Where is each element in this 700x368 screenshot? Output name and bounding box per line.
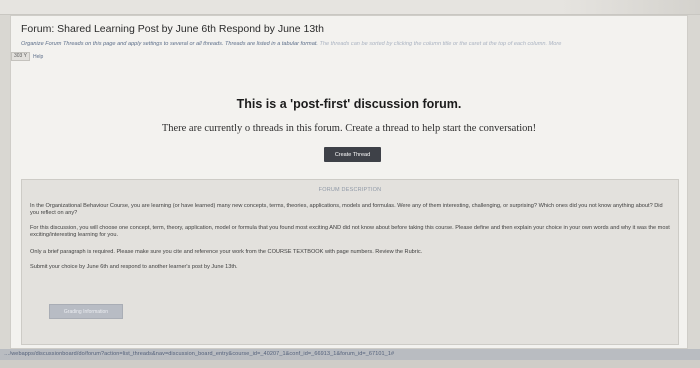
post-first-heading: This is a 'post-first' discussion forum. — [236, 97, 462, 111]
forum-page: Forum: Shared Learning Post by June 6th … — [10, 15, 688, 349]
forum-description-label: FORUM DESCRIPTION — [318, 187, 382, 193]
description-paragraph: Submit your choice by June 6th and respo… — [30, 264, 672, 271]
empty-threads-message: There are currently o threads in this fo… — [161, 123, 537, 134]
forum-description-panel: FORUM DESCRIPTION In the Organizational … — [21, 179, 679, 345]
create-thread-button[interactable]: Create Thread — [324, 147, 381, 162]
browser-status-bar: …/webapps/discussionboard/do/forum?actio… — [0, 349, 700, 360]
browser-top-strip — [0, 0, 700, 15]
help-badge: 303 Y — [11, 52, 30, 61]
instructions-more-text: The threads can be sorted by clicking th… — [317, 41, 562, 47]
description-paragraph-text: For this discussion, you will choose one… — [30, 225, 670, 239]
status-url: …/webapps/discussionboard/do/forum?actio… — [4, 351, 395, 357]
description-paragraph: In the Organizational Behaviour Course, … — [30, 203, 672, 218]
instructions-text: Organize Forum Threads on this page and … — [21, 41, 318, 47]
description-paragraph-text: In the Organizational Behaviour Course, … — [30, 203, 663, 217]
grading-information-button[interactable]: Grading Information — [49, 304, 123, 319]
description-paragraph-text: Only a brief paragraph is required. Plea… — [30, 249, 423, 255]
page-title: Forum: Shared Learning Post by June 6th … — [21, 23, 324, 35]
top-strip-shadow — [560, 0, 700, 14]
description-paragraph: Only a brief paragraph is required. Plea… — [30, 249, 672, 256]
help-link[interactable]: Help — [33, 54, 43, 60]
help-row: 303 Y Help — [11, 52, 43, 61]
page-instructions: Organize Forum Threads on this page and … — [21, 41, 683, 47]
description-paragraph: For this discussion, you will choose one… — [30, 225, 672, 240]
description-paragraph-text: Submit your choice by June 6th and respo… — [30, 264, 238, 270]
bottom-strip — [0, 360, 700, 368]
